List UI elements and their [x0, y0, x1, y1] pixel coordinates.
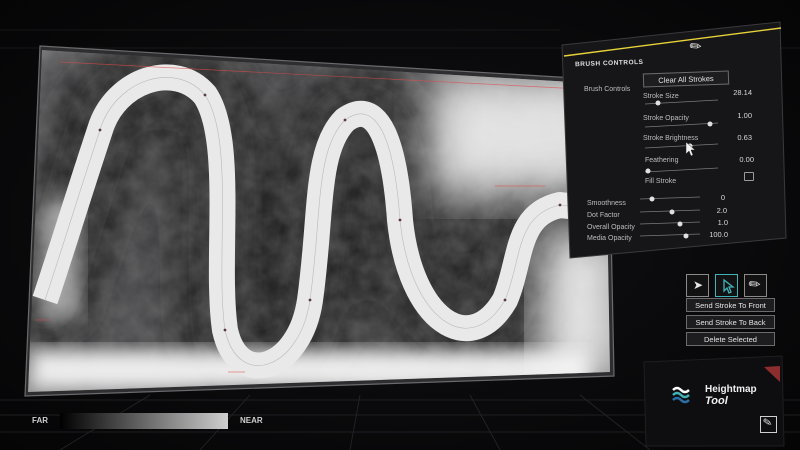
- clear-all-strokes-button[interactable]: Clear All Strokes: [642, 70, 730, 88]
- delete-selected-button[interactable]: Delete Selected: [686, 332, 775, 346]
- tool-title-line2: Tool: [705, 395, 728, 407]
- heightmap-logo-icon: [672, 386, 690, 404]
- select-tool-button[interactable]: [715, 274, 738, 297]
- fill-stroke-checkbox[interactable]: [744, 172, 754, 181]
- edit-tool-button[interactable]: ✎: [760, 416, 777, 433]
- edit-pencil-icon: ✎: [762, 416, 774, 430]
- feathering-slider[interactable]: [643, 165, 719, 175]
- media-opacity-label: Media Opacity: [587, 235, 632, 242]
- send-stroke-to-front-button[interactable]: Send Stroke To Front: [686, 298, 775, 312]
- feathering-label: Feathering: [645, 157, 679, 164]
- dot-factor-label: Dot Factor: [587, 212, 620, 219]
- stroke-size-value: 28.14: [733, 88, 752, 97]
- dot-factor-slider[interactable]: [640, 207, 700, 217]
- smoothness-slider[interactable]: [640, 194, 700, 204]
- stroke-size-slider[interactable]: [643, 98, 719, 108]
- pointer-tool-button[interactable]: ➤: [686, 274, 709, 297]
- media-opacity-slider[interactable]: [640, 231, 700, 241]
- overall-opacity-slider[interactable]: [640, 219, 700, 229]
- select-pointer-icon: [723, 278, 735, 294]
- feathering-value: 0.00: [739, 155, 754, 164]
- section-label: Brush Controls: [584, 86, 631, 93]
- stroke-opacity-slider[interactable]: [643, 120, 719, 130]
- fill-stroke-label: Fill Stroke: [645, 178, 677, 185]
- near-label: NEAR: [240, 416, 263, 425]
- overall-opacity-label: Overall Opacity: [587, 224, 635, 231]
- paintbrush-icon: ✎: [744, 274, 765, 295]
- tool-title-line1: Heightmap: [705, 384, 757, 395]
- stroke-brightness-slider[interactable]: [643, 141, 719, 151]
- stroke-opacity-value: 1.00: [737, 111, 752, 120]
- brush-tool-button[interactable]: ✎: [744, 274, 767, 297]
- far-label: FAR: [32, 416, 48, 425]
- depth-gradient-bar: [60, 413, 228, 429]
- smoothness-label: Smoothness: [587, 200, 626, 207]
- pointer-icon: ➤: [693, 278, 704, 292]
- send-stroke-to-back-button[interactable]: Send Stroke To Back: [686, 315, 775, 329]
